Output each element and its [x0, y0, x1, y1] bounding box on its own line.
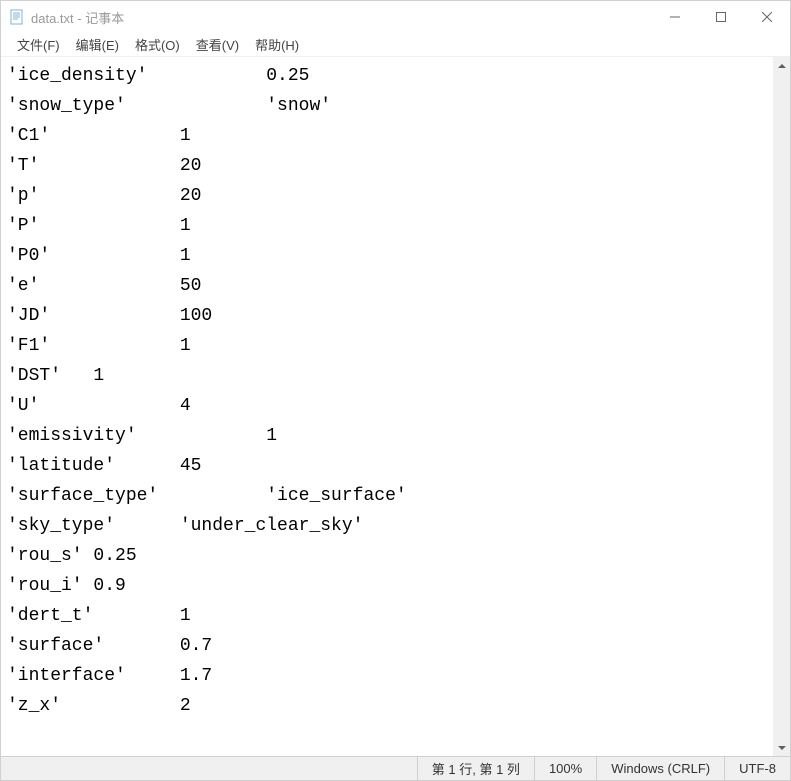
menu-view[interactable]: 查看(V): [188, 33, 247, 56]
menu-file[interactable]: 文件(F): [9, 33, 68, 56]
scroll-down-arrow[interactable]: [773, 739, 790, 756]
maximize-button[interactable]: [698, 1, 744, 33]
scroll-track[interactable]: [773, 74, 790, 739]
titlebar: data.txt - 记事本: [1, 1, 790, 33]
close-button[interactable]: [744, 1, 790, 33]
menu-help[interactable]: 帮助(H): [247, 33, 307, 56]
window-title: data.txt - 记事本: [31, 8, 652, 27]
notepad-icon: [9, 9, 25, 25]
status-encoding: UTF-8: [724, 757, 790, 780]
status-position: 第 1 行, 第 1 列: [417, 757, 534, 780]
vertical-scrollbar[interactable]: [773, 57, 790, 756]
status-zoom: 100%: [534, 757, 596, 780]
menu-edit[interactable]: 编辑(E): [68, 33, 127, 56]
statusbar: 第 1 行, 第 1 列 100% Windows (CRLF) UTF-8: [1, 756, 790, 780]
menubar: 文件(F) 编辑(E) 格式(O) 查看(V) 帮助(H): [1, 33, 790, 57]
content-area: 'ice_density' 0.25 'snow_type' 'snow' 'C…: [1, 57, 790, 756]
text-editor[interactable]: 'ice_density' 0.25 'snow_type' 'snow' 'C…: [1, 57, 773, 756]
menu-format[interactable]: 格式(O): [127, 33, 188, 56]
minimize-button[interactable]: [652, 1, 698, 33]
window-controls: [652, 1, 790, 33]
status-line-ending: Windows (CRLF): [596, 757, 724, 780]
scroll-up-arrow[interactable]: [773, 57, 790, 74]
